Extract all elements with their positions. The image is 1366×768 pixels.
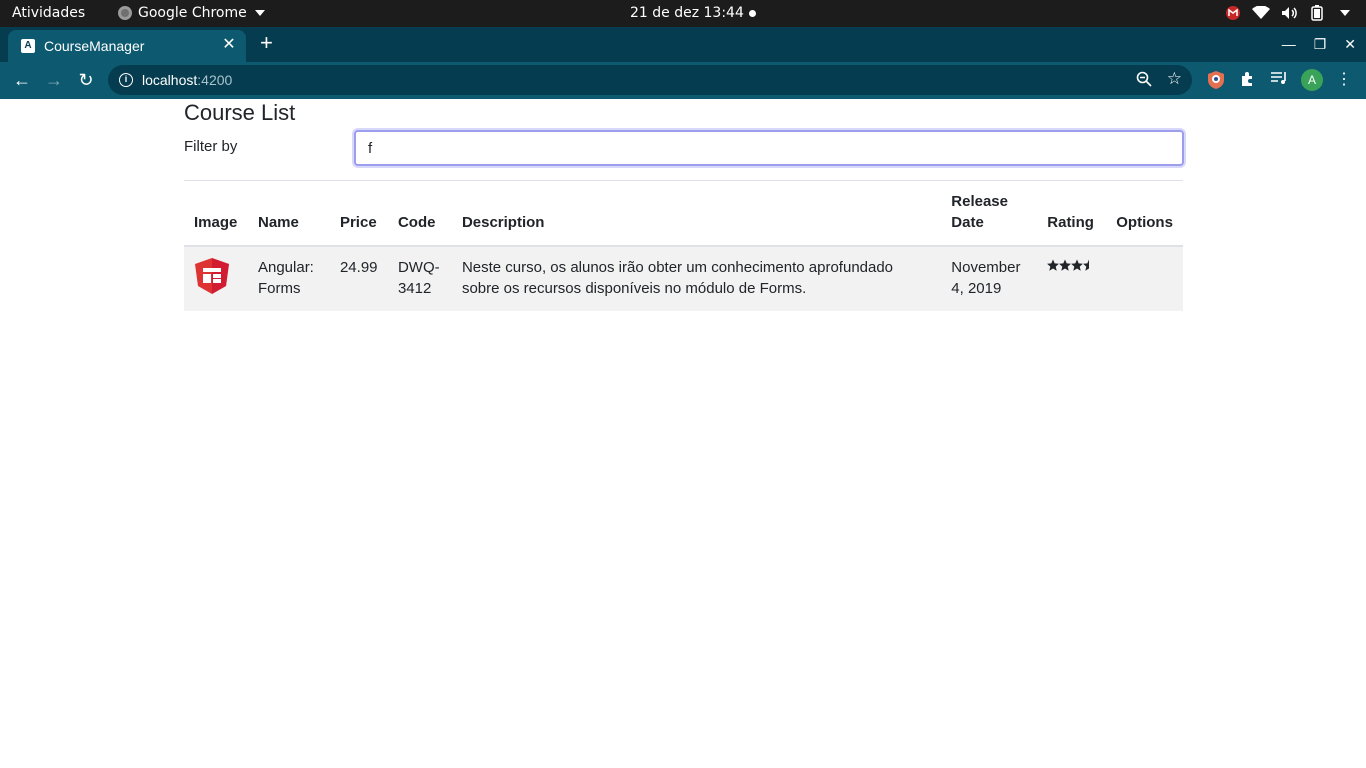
new-tab-button[interactable]: + xyxy=(260,32,273,54)
minimize-icon[interactable]: — xyxy=(1282,36,1296,53)
url-host: localhost xyxy=(142,72,198,88)
address-bar[interactable]: i localhost:4200 ☆ xyxy=(108,65,1192,95)
star-rating-graphic xyxy=(1047,259,1090,271)
battery-icon[interactable] xyxy=(1308,4,1326,22)
table-header-row: Image Name Price Code Description Releas… xyxy=(184,186,1183,247)
media-controls-icon[interactable] xyxy=(1270,70,1290,90)
back-icon[interactable]: ← xyxy=(11,69,33,91)
clock[interactable]: 21 de dez 13:44 xyxy=(630,5,744,21)
angular-forms-icon xyxy=(194,258,230,299)
chrome-icon xyxy=(118,6,132,20)
url-text[interactable]: localhost:4200 xyxy=(142,72,232,88)
wifi-icon[interactable] xyxy=(1252,4,1270,22)
cell-description: Neste curso, os alunos irão obter um con… xyxy=(451,246,942,311)
tab-strip: A CourseManager ✕ + — ❐ ✕ xyxy=(0,27,1366,62)
window-controls: — ❐ ✕ xyxy=(1282,36,1356,53)
duckduckgo-extension-icon[interactable] xyxy=(1207,70,1227,90)
cell-release-date: November 4, 2019 xyxy=(941,246,1038,311)
header-description: Description xyxy=(451,186,942,247)
header-name: Name xyxy=(247,186,330,247)
url-port: :4200 xyxy=(197,72,233,88)
system-top-bar: Atividades Google Chrome 21 de dez 13:44 xyxy=(0,0,1366,27)
header-price: Price xyxy=(329,186,388,247)
cell-options xyxy=(1106,246,1183,311)
cell-name: Angular: Forms xyxy=(247,246,330,311)
header-code: Code xyxy=(387,186,452,247)
notification-dot-icon xyxy=(749,10,756,17)
cell-code: DWQ-3412 xyxy=(387,246,452,311)
cell-price: 24.99 xyxy=(329,246,388,311)
bookmark-star-icon[interactable]: ☆ xyxy=(1167,69,1182,89)
header-release-date: Release Date xyxy=(941,186,1038,247)
restore-icon[interactable]: ❐ xyxy=(1314,36,1327,53)
filter-label: Filter by xyxy=(184,138,238,155)
tab-coursemanager[interactable]: A CourseManager ✕ xyxy=(8,30,246,62)
more-menu-icon[interactable]: ⋮ xyxy=(1336,69,1352,91)
divider xyxy=(184,180,1183,181)
chevron-down-icon[interactable] xyxy=(1336,4,1354,22)
course-table: Image Name Price Code Description Releas… xyxy=(184,186,1183,311)
reload-icon[interactable]: ↻ xyxy=(75,69,97,91)
page-title: Course List xyxy=(184,100,296,125)
system-tray[interactable] xyxy=(1224,4,1354,22)
app-menu-label: Google Chrome xyxy=(138,5,247,21)
header-image: Image xyxy=(184,186,248,247)
cell-image xyxy=(184,246,248,311)
activities-button[interactable]: Atividades xyxy=(12,5,85,21)
tab-title: CourseManager xyxy=(44,38,145,54)
browser-toolbar: ← → ↻ i localhost:4200 ☆ A ⋮ xyxy=(0,62,1366,99)
extensions-puzzle-icon[interactable] xyxy=(1239,70,1259,90)
mail-notifier-icon[interactable] xyxy=(1224,4,1242,22)
app-menu[interactable]: Google Chrome xyxy=(118,5,265,21)
cell-rating xyxy=(1037,246,1107,311)
site-info-icon[interactable]: i xyxy=(119,73,133,87)
forward-icon[interactable]: → xyxy=(43,69,65,91)
close-window-icon[interactable]: ✕ xyxy=(1344,36,1356,53)
header-rating: Rating xyxy=(1037,186,1107,247)
profile-avatar[interactable]: A xyxy=(1301,69,1323,91)
header-options: Options xyxy=(1106,186,1183,247)
table-row[interactable]: Angular: Forms 24.99 DWQ-3412 Neste curs… xyxy=(184,246,1183,311)
star-rating xyxy=(1047,259,1095,276)
volume-icon[interactable] xyxy=(1280,4,1298,22)
filter-input[interactable] xyxy=(354,130,1184,166)
caret-down-icon xyxy=(254,10,265,16)
zoom-icon[interactable] xyxy=(1136,71,1152,90)
angular-favicon-icon: A xyxy=(21,39,35,53)
close-tab-icon[interactable]: ✕ xyxy=(220,36,238,54)
